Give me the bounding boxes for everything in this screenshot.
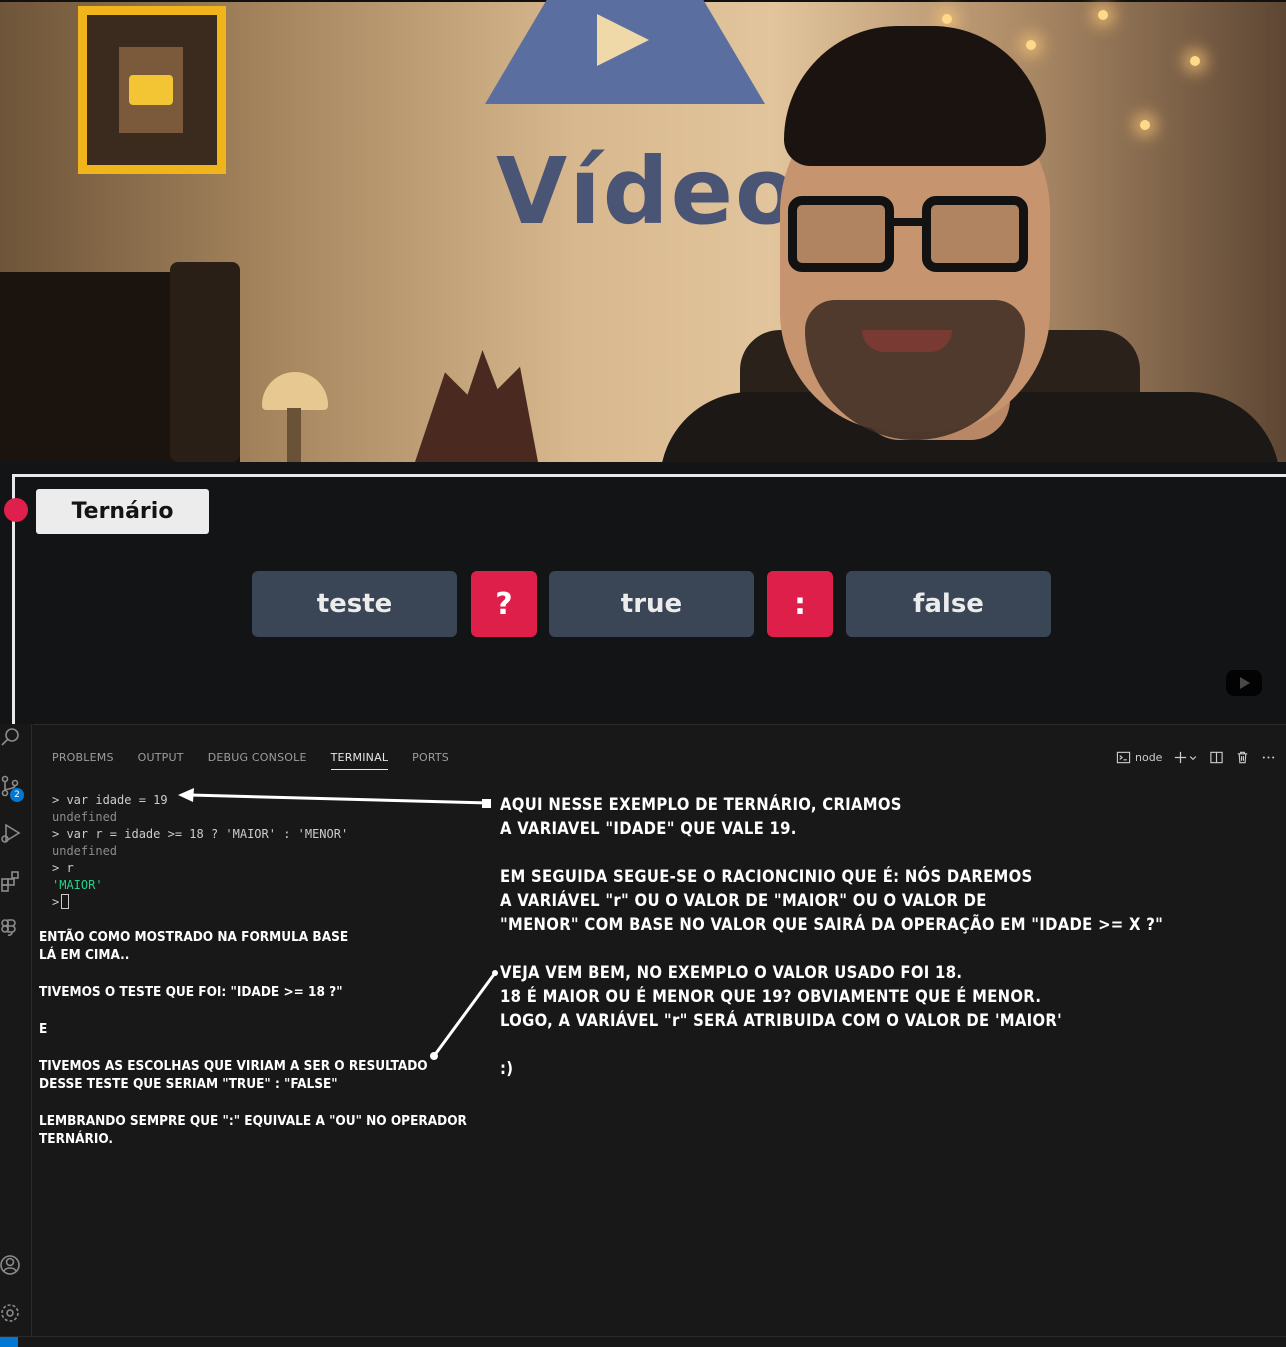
annotation-left: ENTÃO COMO MOSTRADO NA FORMULA BASE LÁ E…	[39, 929, 467, 1148]
dragon-figure	[415, 350, 538, 462]
tab-debug-console[interactable]: DEBUG CONSOLE	[208, 751, 307, 770]
terminal-line: 'MAIOR'	[52, 878, 103, 892]
tab-ports[interactable]: PORTS	[412, 751, 449, 770]
terminal-line: undefined	[52, 810, 118, 824]
remote-explorer-icon[interactable]	[0, 918, 22, 940]
video-logo	[485, 0, 765, 104]
logo-wordmark: Vídeo	[496, 138, 801, 245]
slide-marker-dot	[4, 498, 28, 522]
remote-indicator[interactable]	[0, 1337, 18, 1347]
annotation-right: AQUI NESSE EXEMPLO DE TERNÁRIO, CRIAMOS …	[500, 795, 1164, 1078]
status-bar	[0, 1336, 1286, 1347]
terminal-line: > var idade = 19	[52, 793, 168, 807]
source-control-badge: 2	[10, 788, 24, 802]
slide-title: Ternário	[36, 489, 209, 534]
token-true: true	[549, 571, 754, 637]
panel-tabs: PROBLEMS OUTPUT DEBUG CONSOLE TERMINAL P…	[52, 751, 449, 770]
lesson-slide: Ternário teste ? true : false	[0, 462, 1286, 724]
search-icon[interactable]	[0, 726, 22, 748]
terminal-line: > var r = idade >= 18 ? 'MAIOR' : 'MENOR…	[52, 827, 349, 841]
background-shelf	[170, 262, 240, 462]
terminal-line: > r	[52, 861, 74, 875]
tab-problems[interactable]: PROBLEMS	[52, 751, 114, 770]
terminal-output[interactable]: > var idade = 19 undefined > var r = ida…	[52, 792, 348, 911]
chevron-down-icon[interactable]	[1188, 749, 1198, 765]
desk-lamp	[262, 372, 328, 410]
video-frame: Vídeo	[0, 0, 1286, 462]
more-actions-icon[interactable]	[1260, 749, 1276, 765]
run-debug-icon[interactable]	[0, 822, 22, 844]
tab-output[interactable]: OUTPUT	[138, 751, 184, 770]
split-terminal-icon[interactable]	[1208, 749, 1224, 765]
terminal-cursor	[61, 894, 70, 909]
tab-terminal[interactable]: TERMINAL	[330, 751, 389, 770]
token-false: false	[846, 571, 1051, 637]
wall-picture-frame	[78, 6, 226, 174]
terminal-prompt-line[interactable]: >	[52, 894, 348, 911]
settings-gear-icon[interactable]	[0, 1302, 22, 1324]
play-icon	[597, 14, 649, 66]
token-colon: :	[767, 571, 833, 637]
terminal-prompt: >	[52, 895, 60, 909]
activity-bar	[0, 724, 32, 1336]
youtube-icon[interactable]	[1226, 670, 1262, 696]
presenter-mouth	[862, 330, 952, 352]
trash-icon[interactable]	[1234, 749, 1250, 765]
account-icon[interactable]	[0, 1254, 22, 1276]
presenter-glasses	[788, 196, 1032, 276]
slide-border	[12, 474, 1286, 477]
desk-lamp-base	[287, 408, 301, 462]
token-test: teste	[252, 571, 457, 637]
panel-actions: node	[1115, 749, 1276, 765]
token-question-mark: ?	[471, 571, 537, 637]
terminal-line: undefined	[52, 844, 118, 858]
terminal-icon	[1115, 749, 1131, 765]
extensions-icon[interactable]	[0, 870, 22, 892]
new-terminal-icon[interactable]	[1172, 749, 1188, 765]
terminal-profile-label[interactable]: node	[1135, 751, 1162, 764]
